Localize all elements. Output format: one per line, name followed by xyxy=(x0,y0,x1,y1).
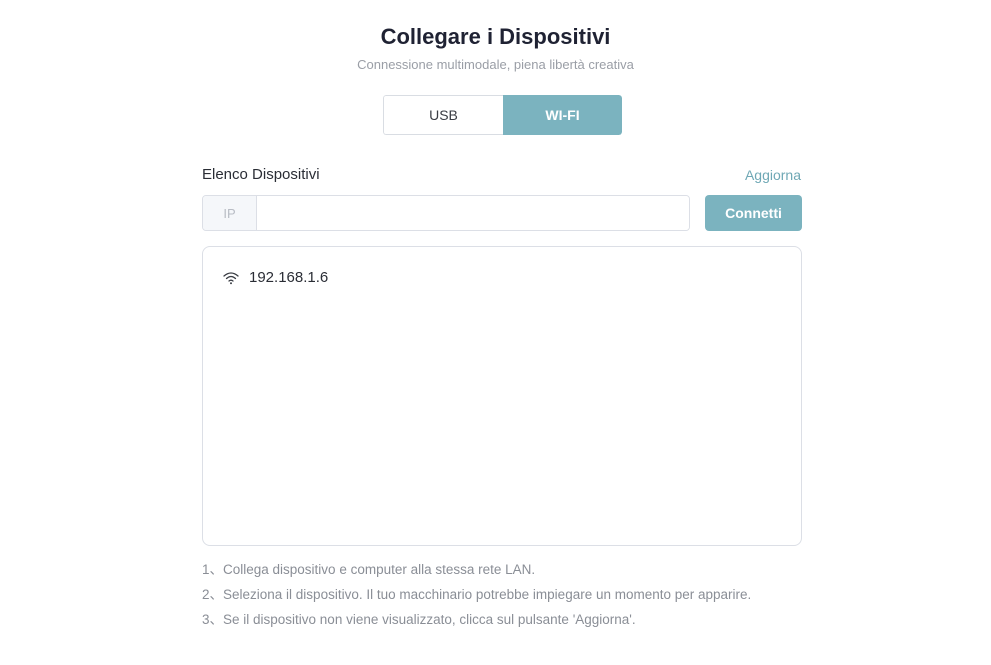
device-item[interactable]: 192.168.1.6 xyxy=(223,269,328,286)
instruction-item: 2、Seleziona il dispositivo. Il tuo macch… xyxy=(202,587,752,602)
device-list-label: Elenco Dispositivi xyxy=(202,166,320,183)
wifi-icon xyxy=(223,271,239,285)
device-ip: 192.168.1.6 xyxy=(249,269,329,286)
ip-input[interactable] xyxy=(257,196,689,230)
connection-mode-tabs: USB WI-FI xyxy=(383,95,622,135)
instructions: 1、Collega dispositivo e computer alla st… xyxy=(202,561,751,636)
tab-wifi[interactable]: WI-FI xyxy=(503,95,622,135)
ip-input-group: IP xyxy=(202,195,690,231)
device-list: 192.168.1.6 xyxy=(202,246,802,546)
page-title: Collegare i Dispositivi xyxy=(380,24,611,49)
ip-prefix-label: IP xyxy=(203,196,257,230)
instruction-item: 3、Se il dispositivo non viene visualizza… xyxy=(202,612,636,627)
instruction-item: 1、Collega dispositivo e computer alla st… xyxy=(202,562,536,577)
page-subtitle: Connessione multimodale, piena libertà c… xyxy=(357,57,634,72)
refresh-link[interactable]: Aggiorna xyxy=(745,167,801,183)
tab-usb[interactable]: USB xyxy=(383,95,503,135)
connect-button[interactable]: Connetti xyxy=(705,195,802,231)
